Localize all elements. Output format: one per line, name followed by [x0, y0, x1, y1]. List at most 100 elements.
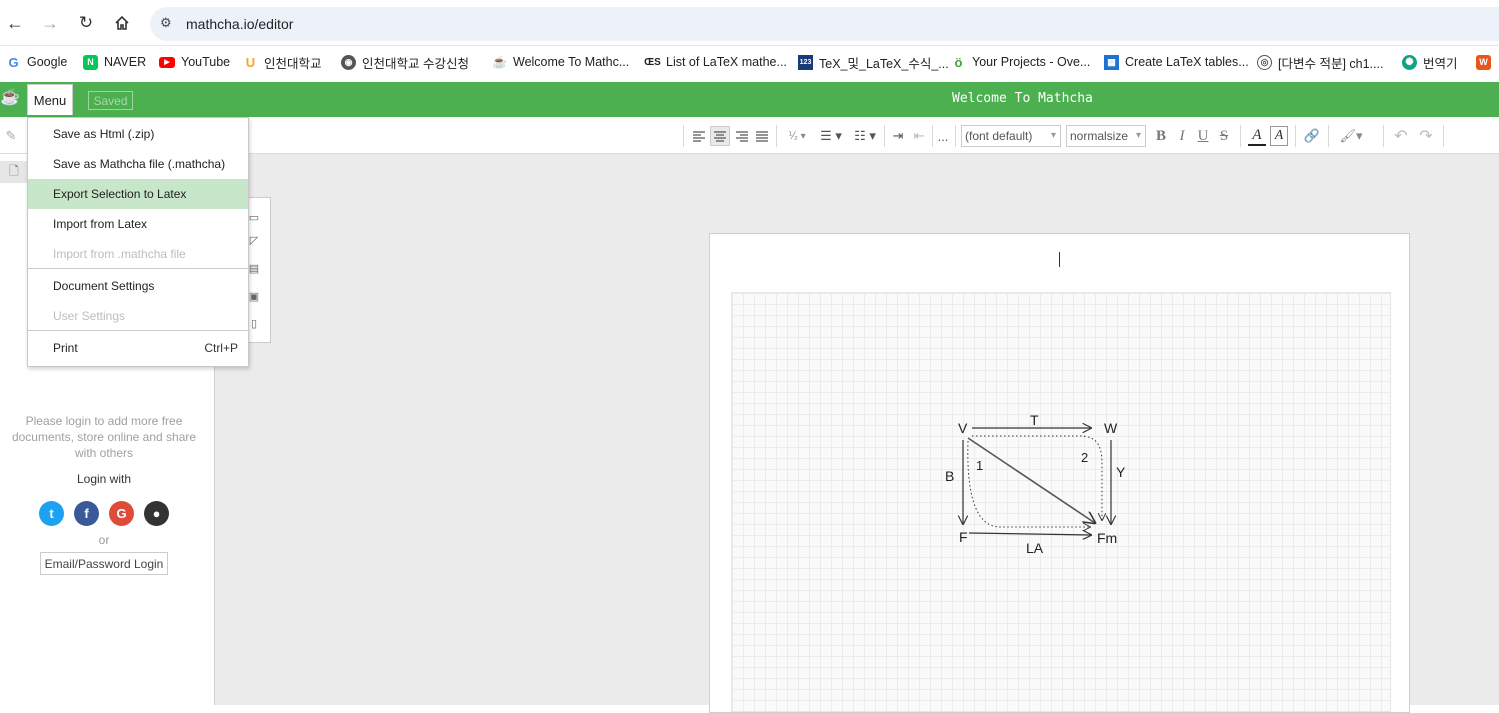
- bold-icon[interactable]: B: [1153, 126, 1169, 146]
- menu-item-save-html[interactable]: Save as Html (.zip): [28, 119, 248, 149]
- format-painter-icon[interactable]: 🖌▾: [1336, 126, 1366, 146]
- home-icon[interactable]: [110, 11, 134, 35]
- bookmark-naver[interactable]: N NAVER: [83, 53, 146, 71]
- italic-icon[interactable]: I: [1174, 126, 1190, 146]
- menu-separator: [28, 268, 248, 269]
- text-color-icon[interactable]: A: [1248, 126, 1266, 146]
- menu-item-label: Save as Mathcha file (.mathcha): [53, 157, 226, 171]
- bookmark-latex-list[interactable]: ŒS List of LaTeX mathe...: [644, 53, 787, 71]
- bookmark-podcast[interactable]: ◎ [다변수 적분] ch1....: [1257, 53, 1383, 71]
- menu-item-document-settings[interactable]: Document Settings: [28, 271, 248, 301]
- browser-toolbar: ← → ↻ ⚙ mathcha.io/editor: [0, 0, 1499, 46]
- wiki-icon: 123: [798, 54, 813, 70]
- toolbar-divider: [1328, 125, 1329, 147]
- google-login-button[interactable]: G: [109, 501, 134, 526]
- insert-image-icon[interactable]: ▣: [247, 289, 261, 303]
- underline-icon[interactable]: U: [1195, 126, 1211, 146]
- bookmark-inu[interactable]: U 인천대학교: [243, 53, 322, 71]
- back-icon[interactable]: ←: [3, 11, 27, 35]
- link-icon[interactable]: 🔗: [1302, 126, 1322, 146]
- menu-item-label: Export Selection to Latex: [53, 187, 187, 201]
- github-login-button[interactable]: ●: [144, 501, 169, 526]
- toolbar-divider: [884, 125, 885, 147]
- login-with-label: Login with: [76, 472, 132, 486]
- github-icon: ●: [152, 506, 161, 521]
- bookmark-tex-wiki[interactable]: 123 TeX_및_LaTeX_수식_...: [798, 53, 949, 71]
- edge-label-T: T: [1030, 412, 1039, 428]
- bookmark-label: YouTube: [181, 55, 231, 69]
- redo-icon[interactable]: ↷: [1417, 126, 1435, 146]
- region-label-1: 1: [976, 458, 984, 473]
- align-right-icon[interactable]: [733, 126, 751, 146]
- node-Fm: Fm: [1097, 530, 1118, 546]
- bookmark-extra[interactable]: W: [1476, 53, 1491, 71]
- bookmarks-bar: G Google N NAVER ▶ YouTube U 인천대학교 ◉ 인천대…: [0, 46, 1499, 78]
- node-W: W: [1104, 420, 1118, 436]
- arrow-diagonal: [967, 437, 1095, 523]
- font-size-select[interactable]: normalsize: [1066, 125, 1146, 147]
- site-settings-icon[interactable]: ⚙: [160, 15, 176, 31]
- table-icon: ▦: [1104, 54, 1119, 70]
- menu-button[interactable]: Menu: [27, 84, 73, 115]
- menu-item-import-latex[interactable]: Import from Latex: [28, 209, 248, 239]
- document-title[interactable]: Welcome To Mathcha: [952, 91, 1093, 106]
- font-family-select[interactable]: (font default): [961, 125, 1061, 147]
- menu-separator: [28, 330, 248, 331]
- insert-palette: ▭ ◸ ▤ ▣ ▯: [247, 197, 271, 343]
- url-text: mathcha.io/editor: [186, 16, 294, 32]
- align-justify-icon[interactable]: [753, 126, 771, 146]
- bookmark-latex-tables[interactable]: ▦ Create LaTeX tables...: [1104, 53, 1249, 71]
- app-header: ☕ Menu Saved Welcome To Mathcha: [0, 82, 1499, 117]
- align-left-icon[interactable]: [690, 126, 708, 146]
- insert-shape-icon[interactable]: ◸: [247, 233, 261, 247]
- email-password-login-button[interactable]: Email/Password Login: [40, 552, 168, 575]
- podcast-icon: ◎: [1257, 54, 1272, 70]
- bookmark-label: NAVER: [104, 55, 147, 69]
- bookmark-translator[interactable]: ✺ 번역기: [1402, 53, 1458, 71]
- facebook-icon: f: [84, 506, 89, 521]
- more-options[interactable]: ...: [936, 126, 950, 146]
- bookmark-google[interactable]: G Google: [6, 53, 67, 71]
- toolbar-divider: [1443, 125, 1444, 147]
- bookmark-mathcha[interactable]: ☕ Welcome To Mathc...: [492, 53, 629, 71]
- dotted-path-lower: [967, 440, 1090, 527]
- node-F: F: [959, 529, 968, 545]
- menu-item-print[interactable]: Print Ctrl+P: [28, 333, 248, 363]
- bookmark-youtube[interactable]: ▶ YouTube: [159, 53, 230, 71]
- bookmark-inu-register[interactable]: ◉ 인천대학교 수강신청: [341, 53, 469, 71]
- saved-status-badge: Saved: [88, 91, 133, 110]
- globe-icon: ◉: [341, 54, 356, 70]
- indent-icon[interactable]: ⇥: [889, 126, 907, 146]
- new-doc-icon[interactable]: ✎: [2, 126, 20, 146]
- insert-code-icon[interactable]: ▯: [247, 316, 261, 330]
- insert-table-icon[interactable]: ▤: [247, 261, 261, 275]
- bookmark-label: 인천대학교 수강신청: [362, 56, 469, 71]
- mathcha-logo-icon[interactable]: ☕: [0, 87, 20, 111]
- commutative-diagram[interactable]: V W F Fm T B Y LA 1 2: [940, 405, 1140, 565]
- overleaf-icon: ö: [951, 54, 966, 70]
- menu-item-export-latex[interactable]: Export Selection to Latex: [28, 179, 248, 209]
- numbering-dropdown-icon[interactable]: ⅟₂ ▾: [783, 126, 811, 146]
- or-divider-text: or: [98, 533, 110, 547]
- ordered-list-icon[interactable]: ☰ ▾: [816, 126, 846, 146]
- undo-icon[interactable]: ↶: [1392, 126, 1410, 146]
- reload-icon[interactable]: ↻: [74, 11, 98, 35]
- address-bar[interactable]: ⚙ mathcha.io/editor: [150, 7, 1499, 41]
- insert-page-icon[interactable]: ▭: [247, 210, 261, 224]
- strikethrough-icon[interactable]: S: [1216, 126, 1232, 146]
- bookmark-overleaf[interactable]: ö Your Projects - Ove...: [951, 53, 1090, 71]
- menu-item-import-mathcha: Import from .mathcha file: [28, 239, 248, 269]
- facebook-login-button[interactable]: f: [74, 501, 99, 526]
- forward-icon[interactable]: →: [38, 11, 62, 35]
- arrow-LA: [968, 533, 1091, 535]
- twitter-login-button[interactable]: t: [39, 501, 64, 526]
- bookmark-label: Your Projects - Ove...: [972, 55, 1091, 69]
- menu-item-save-mathcha[interactable]: Save as Mathcha file (.mathcha): [28, 149, 248, 179]
- document-icon: 🗋: [9, 163, 19, 178]
- outdent-icon[interactable]: ⇤: [910, 126, 928, 146]
- menu-item-user-settings: User Settings: [28, 301, 248, 331]
- document-list-item[interactable]: 🗋: [0, 161, 28, 183]
- highlight-color-icon[interactable]: A: [1270, 126, 1288, 146]
- bullet-list-icon[interactable]: ☷ ▾: [850, 126, 880, 146]
- align-center-icon[interactable]: [710, 126, 730, 146]
